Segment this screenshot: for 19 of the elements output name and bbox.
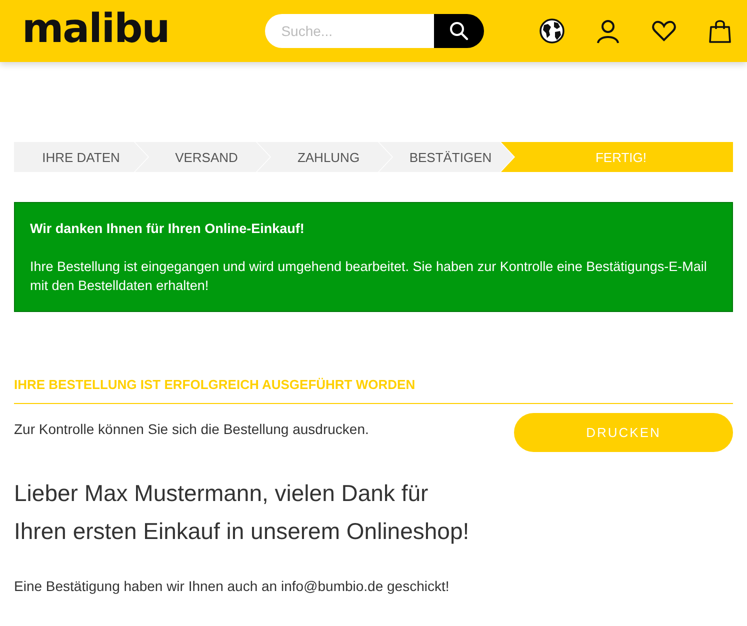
- globe-icon[interactable]: [539, 18, 565, 44]
- confirmation-text: Eine Bestätigung haben wir Ihnen auch an info@bumbio.de geschickt!: [14, 578, 450, 594]
- search-icon: [449, 21, 470, 41]
- checkout-step: VERSAND: [135, 142, 270, 172]
- alert-title: Wir danken Ihnen für Ihren Online-Einkauf!: [30, 220, 306, 238]
- user-icon[interactable]: [595, 18, 621, 44]
- search-button[interactable]: [434, 14, 484, 48]
- checkout-step: ZAHLUNG: [257, 142, 392, 172]
- checkout-step: BESTÄTIGEN: [379, 142, 514, 172]
- print-hint: Zur Kontrolle können Sie sich die Bestellung ausdrucken.: [14, 421, 369, 437]
- section-title: IHRE BESTELLUNG IST ERFOLGREICH AUSGEFÜHRT WORDEN: [14, 377, 733, 404]
- greeting-heading: Lieber Max Mustermann, vielen Dank für Ihren ersten Einkauf in unserem Onlineshop!: [14, 479, 470, 546]
- checkout-step: FERTIG!: [501, 142, 733, 172]
- search-field[interactable]: Suche...: [265, 14, 434, 48]
- checkout-step: IHRE DATEN: [14, 142, 148, 172]
- alert-text: Ihre Bestellung ist eingegangen und wird umgehend bearbeitet. Sie haben zur Kontrolle eine Bestätigungs-E-Mail mit den Bestelldaten erhalten!: [30, 259, 707, 293]
- shopping-bag-icon[interactable]: [707, 18, 733, 44]
- heart-icon[interactable]: [651, 18, 677, 44]
- logo[interactable]: malibu: [22, 6, 170, 52]
